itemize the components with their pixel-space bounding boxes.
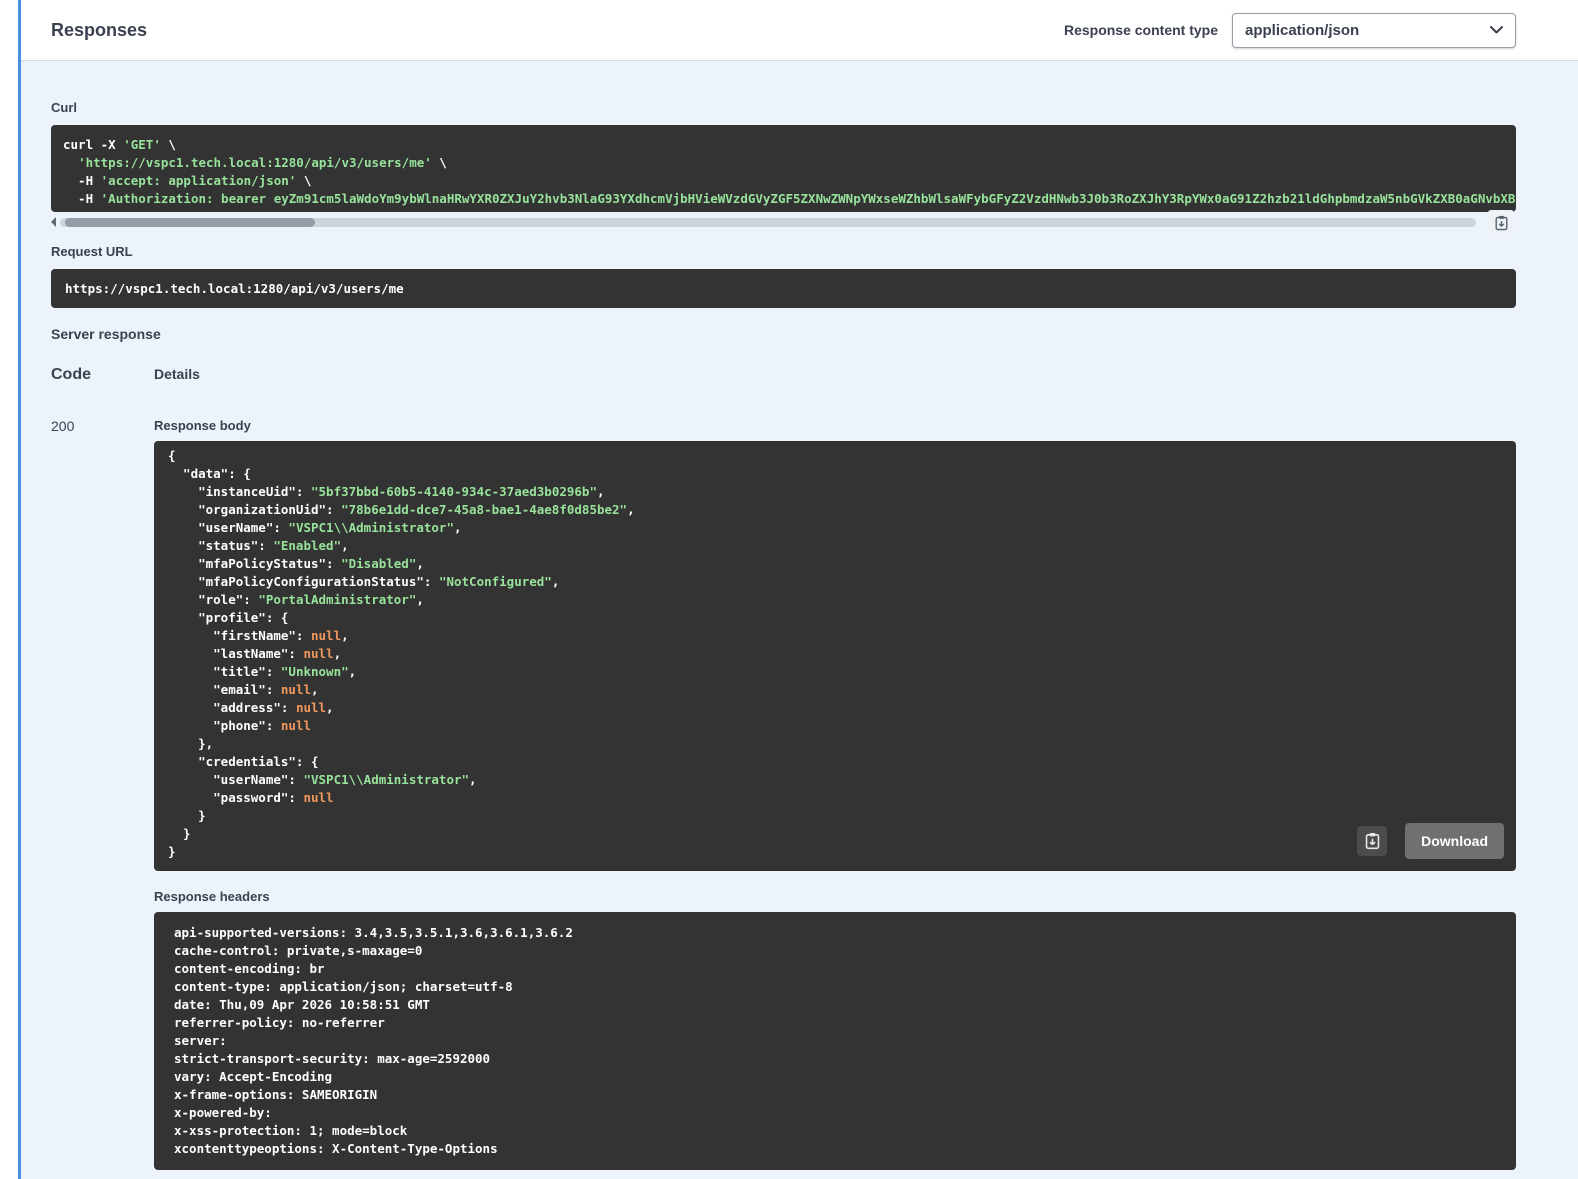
response-content-type-select[interactable]: application/json	[1232, 13, 1516, 48]
scrollbar-track[interactable]	[60, 218, 1476, 227]
code-line: "firstName": null,	[168, 627, 1502, 645]
code-line: curl -X 'GET' \	[63, 136, 1504, 154]
response-body-label: Response body	[154, 418, 1516, 433]
curl-label: Curl	[51, 100, 1516, 115]
chevron-down-icon	[1490, 26, 1503, 34]
code-line: -H 'Authorization: bearer eyZm91cm5laWdo…	[63, 190, 1504, 208]
responses-title: Responses	[51, 20, 147, 41]
code-line: {	[168, 447, 1502, 465]
clipboard-copy-icon	[1494, 215, 1509, 231]
api-responses-page: Responses Response content type applicat…	[0, 0, 1578, 1179]
response-headers-label: Response headers	[154, 889, 1516, 904]
response-header-line: server:	[174, 1032, 1496, 1050]
response-header-line: xcontenttypeoptions: X-Content-Type-Opti…	[174, 1140, 1496, 1158]
curl-horizontal-scrollbar[interactable]	[51, 216, 1516, 228]
response-header-line: x-xss-protection: 1; mode=block	[174, 1122, 1496, 1140]
code-line: }	[168, 807, 1502, 825]
code-line: "userName": "VSPC1\\Administrator",	[168, 519, 1502, 537]
response-header-line: x-frame-options: SAMEORIGIN	[174, 1086, 1496, 1104]
curl-code: curl -X 'GET' \ 'https://vspc1.tech.loca…	[63, 136, 1504, 208]
curl-section: curl -X 'GET' \ 'https://vspc1.tech.loca…	[51, 125, 1516, 228]
curl-command-block: curl -X 'GET' \ 'https://vspc1.tech.loca…	[51, 125, 1516, 212]
response-header-line: api-supported-versions: 3.4,3.5,3.5.1,3.…	[174, 924, 1496, 942]
code-line: "mfaPolicyStatus": "Disabled",	[168, 555, 1502, 573]
response-headers-block: api-supported-versions: 3.4,3.5,3.5.1,3.…	[154, 912, 1516, 1170]
response-header-line: referrer-policy: no-referrer	[174, 1014, 1496, 1032]
clipboard-copy-icon	[1364, 832, 1381, 850]
copy-response-button[interactable]	[1357, 826, 1387, 856]
response-header-line: content-encoding: br	[174, 960, 1496, 978]
request-url-block: https://vspc1.tech.local:1280/api/v3/use…	[51, 269, 1516, 308]
response-header-line: cache-control: private,s-maxage=0	[174, 942, 1496, 960]
download-button[interactable]: Download	[1405, 823, 1504, 859]
code-line: "credentials": {	[168, 753, 1502, 771]
response-body-actions: Download	[1357, 823, 1504, 859]
code-line: "title": "Unknown",	[168, 663, 1502, 681]
request-url-label: Request URL	[51, 244, 1516, 259]
response-header-line: strict-transport-security: max-age=25920…	[174, 1050, 1496, 1068]
code-line: -H 'accept: application/json' \	[63, 172, 1504, 190]
request-url-value: https://vspc1.tech.local:1280/api/v3/use…	[65, 281, 404, 296]
code-line: "lastName": null,	[168, 645, 1502, 663]
code-line: "organizationUid": "78b6e1dd-dce7-45a8-b…	[168, 501, 1502, 519]
response-body-code: { "data": { "instanceUid": "5bf37bbd-60b…	[168, 447, 1502, 861]
server-response-row: 200 Response body { "data": { "instanceU…	[51, 408, 1516, 1170]
responses-body: Curl curl -X 'GET' \ 'https://vspc1.tech…	[21, 61, 1578, 1179]
server-response-label: Server response	[51, 326, 1516, 342]
response-header-line: vary: Accept-Encoding	[174, 1068, 1496, 1086]
code-line: 'https://vspc1.tech.local:1280/api/v3/us…	[63, 154, 1504, 172]
code-line: "email": null,	[168, 681, 1502, 699]
code-line: "status": "Enabled",	[168, 537, 1502, 555]
code-line: },	[168, 735, 1502, 753]
code-line: "profile": {	[168, 609, 1502, 627]
response-body-block: { "data": { "instanceUid": "5bf37bbd-60b…	[154, 441, 1516, 871]
responses-header: Responses Response content type applicat…	[21, 0, 1578, 61]
server-response-table-header: Code Details	[51, 366, 1516, 384]
response-headers-code: api-supported-versions: 3.4,3.5,3.5.1,3.…	[174, 924, 1496, 1158]
code-line: "role": "PortalAdministrator",	[168, 591, 1502, 609]
code-line: "mfaPolicyConfigurationStatus": "NotConf…	[168, 573, 1502, 591]
details-column-header: Details	[154, 366, 1516, 384]
operation-responses-section: Responses Response content type applicat…	[18, 0, 1578, 1179]
code-line: "address": null,	[168, 699, 1502, 717]
code-line: "phone": null	[168, 717, 1502, 735]
code-line: "userName": "VSPC1\\Administrator",	[168, 771, 1502, 789]
response-header-line: content-type: application/json; charset=…	[174, 978, 1496, 996]
code-column-header: Code	[51, 366, 154, 384]
response-content-type-label: Response content type	[1064, 22, 1218, 38]
code-line: }	[168, 825, 1502, 843]
content-type-controls: Response content type application/json	[1064, 13, 1516, 48]
scrollbar-thumb[interactable]	[65, 218, 315, 227]
response-header-line: x-powered-by:	[174, 1104, 1496, 1122]
copy-curl-button[interactable]	[1488, 210, 1514, 236]
code-line: "password": null	[168, 789, 1502, 807]
content-type-selected-value: application/json	[1245, 22, 1359, 39]
status-code-value: 200	[51, 408, 154, 434]
code-line: "instanceUid": "5bf37bbd-60b5-4140-934c-…	[168, 483, 1502, 501]
response-header-line: date: Thu,09 Apr 2026 10:58:51 GMT	[174, 996, 1496, 1014]
scroll-left-arrow-icon[interactable]	[51, 217, 56, 227]
code-line: }	[168, 843, 1502, 861]
code-line: "data": {	[168, 465, 1502, 483]
response-details-cell: Response body { "data": { "instanceUid":…	[154, 408, 1516, 1170]
